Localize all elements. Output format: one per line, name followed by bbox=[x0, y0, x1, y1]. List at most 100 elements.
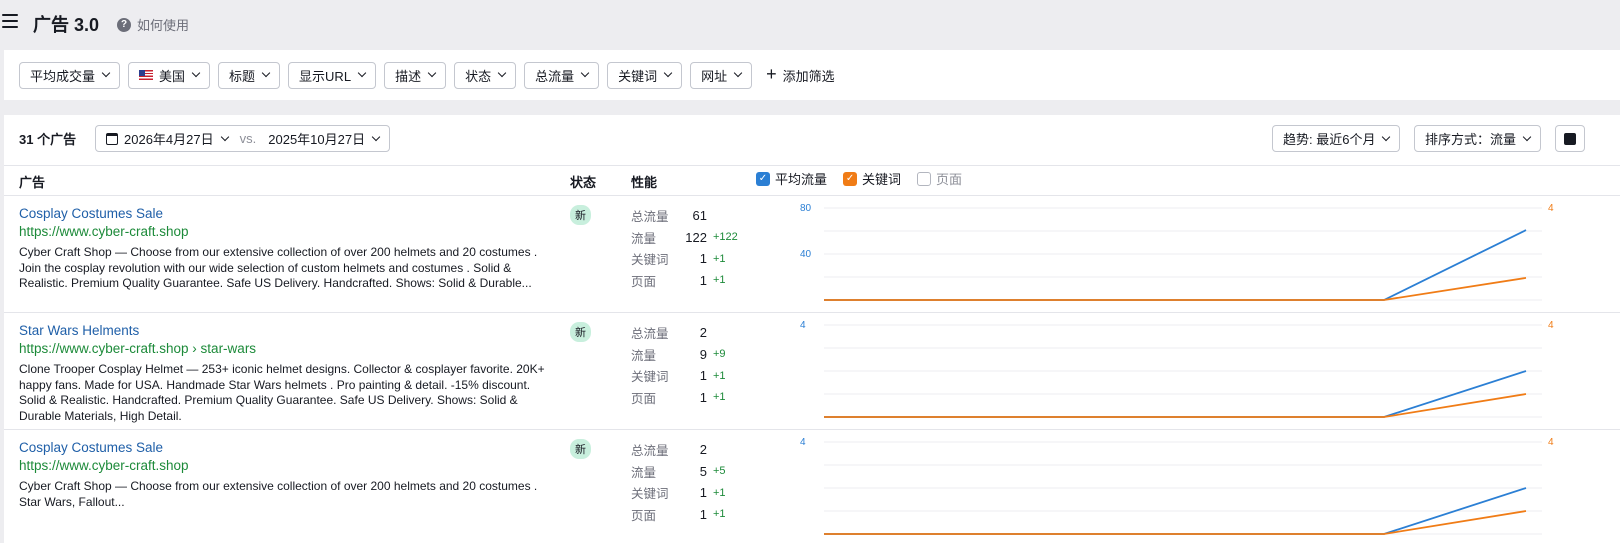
date-compare: 2025年10月27日 bbox=[268, 132, 366, 147]
metric-value: 1 bbox=[699, 485, 707, 501]
filter-keywords[interactable]: 关键词 bbox=[607, 61, 683, 89]
export-button[interactable] bbox=[1555, 125, 1585, 152]
metric-label: 页面 bbox=[631, 508, 657, 523]
chevron-down-icon bbox=[580, 68, 590, 78]
status-badge: 新 bbox=[570, 205, 591, 225]
metric-label: 流量 bbox=[631, 231, 657, 246]
plus-icon: + bbox=[766, 64, 777, 84]
metric-delta: +5 bbox=[713, 465, 726, 478]
metric-value: 1 bbox=[699, 506, 707, 522]
metric-value: 9 bbox=[699, 346, 707, 362]
ad-url-link[interactable]: https://www.cyber-craft.shop bbox=[19, 458, 189, 473]
metric-delta: +1 bbox=[713, 391, 726, 404]
filter-country[interactable]: 美国 bbox=[128, 61, 211, 89]
y-axis-tick-left: 80 bbox=[800, 203, 812, 214]
question-icon: ? bbox=[117, 17, 131, 32]
legend-keywords-toggle[interactable]: ✓ 关键词 bbox=[843, 169, 901, 188]
filter-label: 关键词 bbox=[618, 68, 658, 84]
ad-description: Cyber Craft Shop — Choose from our exten… bbox=[19, 479, 538, 509]
chevron-down-icon bbox=[733, 68, 743, 78]
metric-value: 61 bbox=[692, 208, 707, 224]
metric-delta: +1 bbox=[713, 486, 726, 499]
chevron-down-icon bbox=[220, 132, 229, 141]
metric-delta: +1 bbox=[713, 369, 726, 382]
metric-value: 2 bbox=[699, 325, 707, 341]
ad-title-link[interactable]: Star Wars Helments bbox=[19, 323, 139, 338]
date-current: 2026年4月27日 bbox=[124, 132, 214, 147]
metric-label: 关键词 bbox=[631, 487, 669, 502]
status-badge: 新 bbox=[570, 322, 591, 342]
table-row: Cosplay Costumes Sale https://www.cyber-… bbox=[4, 430, 1620, 543]
filter-bar: 平均成交量 美国 标题 显示URL 描述 状态 总流量 关键词 网址 + 添加筛… bbox=[4, 50, 1620, 100]
ad-url-link[interactable]: https://www.cyber-craft.shop › star-wars bbox=[19, 341, 256, 356]
filter-title[interactable]: 标题 bbox=[218, 61, 281, 89]
legend-label: 页面 bbox=[936, 172, 963, 187]
checkbox-checked-icon: ✓ bbox=[756, 171, 770, 186]
metric-keywords: 关键词 1 +1 bbox=[631, 482, 746, 504]
filter-label: 显示URL bbox=[299, 68, 352, 84]
us-flag-icon bbox=[139, 70, 154, 80]
metric-delta: +1 bbox=[713, 274, 726, 287]
legend-pages-toggle[interactable]: 页面 bbox=[917, 169, 962, 188]
metric-pages: 页面 1 +1 bbox=[631, 270, 746, 292]
help-label: 如何使用 bbox=[137, 18, 190, 33]
trend-sparkline: 44 bbox=[800, 320, 1554, 418]
y-axis-tick-right: 4 bbox=[1548, 320, 1554, 331]
metric-total-traffic: 总流量 2 bbox=[631, 439, 746, 461]
y-axis-tick-right: 4 bbox=[1548, 437, 1554, 448]
ad-url-link[interactable]: https://www.cyber-craft.shop bbox=[19, 224, 189, 239]
add-filter-label: 添加筛选 bbox=[782, 68, 835, 84]
metric-label: 关键词 bbox=[631, 370, 669, 385]
table-row: Cosplay Costumes Sale https://www.cyber-… bbox=[4, 196, 1620, 313]
ad-title-link[interactable]: Cosplay Costumes Sale bbox=[19, 206, 163, 221]
metric-label: 流量 bbox=[631, 465, 657, 480]
metric-label: 总流量 bbox=[631, 327, 669, 342]
legend-label: 关键词 bbox=[862, 172, 902, 187]
performance-metrics: 总流量 2 流量 5 +5 关键词 1 +1 页面 1 +1 bbox=[631, 439, 746, 525]
help-link[interactable]: ? 如何使用 bbox=[117, 15, 189, 34]
filter-total-traffic[interactable]: 总流量 bbox=[524, 61, 600, 89]
chevron-down-icon bbox=[497, 68, 507, 78]
metric-value: 2 bbox=[699, 442, 707, 458]
add-filter-button[interactable]: + 添加筛选 bbox=[766, 64, 835, 85]
y-axis-tick-right: 4 bbox=[1548, 203, 1554, 214]
filter-label: 描述 bbox=[395, 68, 422, 84]
menu-icon[interactable] bbox=[2, 14, 18, 28]
filter-label: 美国 bbox=[159, 68, 186, 84]
filter-label: 平均成交量 bbox=[30, 68, 96, 84]
chevron-down-icon bbox=[191, 68, 201, 78]
chart-legend: ✓ 平均流量 ✓ 关键词 页面 bbox=[756, 169, 962, 188]
metric-traffic: 流量 5 +5 bbox=[631, 461, 746, 483]
filter-avg-volume[interactable]: 平均成交量 bbox=[19, 61, 121, 89]
sort-label: 排序方式：流量 bbox=[1425, 132, 1517, 147]
legend-label: 平均流量 bbox=[775, 172, 828, 187]
chevron-down-icon bbox=[427, 68, 437, 78]
date-range-picker[interactable]: 2026年4月27日 vs. 2025年10月27日 bbox=[95, 125, 391, 152]
metric-label: 关键词 bbox=[631, 253, 669, 268]
performance-metrics: 总流量 2 流量 9 +9 关键词 1 +1 页面 1 +1 bbox=[631, 322, 746, 408]
metric-value: 1 bbox=[699, 368, 707, 384]
filter-description[interactable]: 描述 bbox=[384, 61, 447, 89]
top-header: 广告 3.0 ? 如何使用 bbox=[0, 0, 1620, 46]
vs-label: vs. bbox=[239, 131, 257, 146]
metric-label: 流量 bbox=[631, 348, 657, 363]
filter-label: 状态 bbox=[465, 68, 492, 84]
legend-avg-traffic-toggle[interactable]: ✓ 平均流量 bbox=[756, 169, 827, 188]
checkbox-checked-icon: ✓ bbox=[843, 171, 858, 186]
filter-status[interactable]: 状态 bbox=[454, 61, 517, 89]
ad-title-link[interactable]: Cosplay Costumes Sale bbox=[19, 440, 163, 455]
trend-sparkline: 44 bbox=[800, 437, 1554, 535]
metric-value: 1 bbox=[699, 251, 707, 267]
metric-value: 122 bbox=[685, 229, 707, 245]
filter-label: 总流量 bbox=[535, 68, 575, 84]
trend-dropdown[interactable]: 趋势: 最近6个月 bbox=[1272, 125, 1401, 152]
filter-display-url[interactable]: 显示URL bbox=[288, 61, 377, 89]
filter-url[interactable]: 网址 bbox=[690, 61, 753, 89]
panel-toolbar: 31 个广告 2026年4月27日 vs. 2025年10月27日 趋势: 最近… bbox=[4, 115, 1620, 166]
column-header-ad: 广告 bbox=[19, 175, 46, 190]
chevron-down-icon bbox=[371, 132, 381, 141]
calendar-icon bbox=[106, 132, 118, 145]
sort-dropdown[interactable]: 排序方式：流量 bbox=[1414, 125, 1542, 152]
ad-description: Cyber Craft Shop — Choose from our exten… bbox=[19, 245, 538, 290]
metric-delta: +1 bbox=[713, 252, 726, 265]
